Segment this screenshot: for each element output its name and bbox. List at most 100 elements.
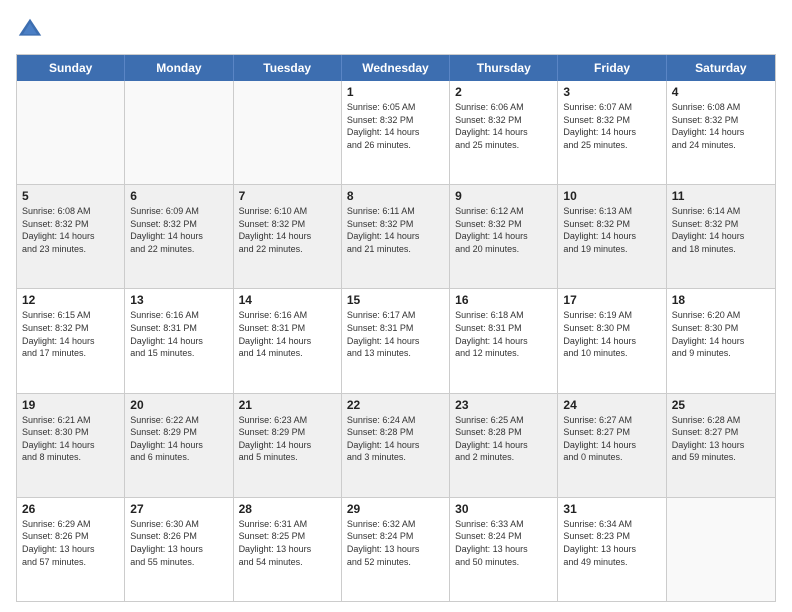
- day-info: Sunrise: 6:06 AM Sunset: 8:32 PM Dayligh…: [455, 101, 552, 151]
- day-number: 9: [455, 189, 552, 203]
- day-number: 2: [455, 85, 552, 99]
- day-info: Sunrise: 6:24 AM Sunset: 8:28 PM Dayligh…: [347, 414, 444, 464]
- day-number: 16: [455, 293, 552, 307]
- day-cell-31: 31Sunrise: 6:34 AM Sunset: 8:23 PM Dayli…: [558, 498, 666, 601]
- day-info: Sunrise: 6:17 AM Sunset: 8:31 PM Dayligh…: [347, 309, 444, 359]
- empty-cell: [667, 498, 775, 601]
- header-day-friday: Friday: [558, 55, 666, 81]
- day-number: 19: [22, 398, 119, 412]
- day-cell-2: 2 Sunrise: 6:06 AM Sunset: 8:32 PM Daylig…: [450, 81, 558, 184]
- day-cell-23: 23Sunrise: 6:25 AM Sunset: 8:28 PM Dayli…: [450, 394, 558, 497]
- day-number: 29: [347, 502, 444, 516]
- day-info: Sunrise: 6:29 AM Sunset: 8:26 PM Dayligh…: [22, 518, 119, 568]
- day-cell-3: 3 Sunrise: 6:07 AM Sunset: 8:32 PM Daylig…: [558, 81, 666, 184]
- day-number: 17: [563, 293, 660, 307]
- day-cell-8: 8 Sunrise: 6:11 AM Sunset: 8:32 PM Daylig…: [342, 185, 450, 288]
- day-number: 1: [347, 85, 444, 99]
- day-cell-7: 7 Sunrise: 6:10 AM Sunset: 8:32 PM Daylig…: [234, 185, 342, 288]
- day-info: Sunrise: 6:16 AM Sunset: 8:31 PM Dayligh…: [239, 309, 336, 359]
- day-info: Sunrise: 6:16 AM Sunset: 8:31 PM Dayligh…: [130, 309, 227, 359]
- day-info: Sunrise: 6:28 AM Sunset: 8:27 PM Dayligh…: [672, 414, 770, 464]
- day-cell-5: 5 Sunrise: 6:08 AM Sunset: 8:32 PM Daylig…: [17, 185, 125, 288]
- day-info: Sunrise: 6:30 AM Sunset: 8:26 PM Dayligh…: [130, 518, 227, 568]
- calendar-row-3: 12 Sunrise: 6:15 AM Sunset: 8:32 PM Dayli…: [17, 289, 775, 393]
- day-cell-21: 21 Sunrise: 6:23 AM Sunset: 8:29 PM Dayli…: [234, 394, 342, 497]
- header-day-saturday: Saturday: [667, 55, 775, 81]
- day-info: Sunrise: 6:05 AM Sunset: 8:32 PM Dayligh…: [347, 101, 444, 151]
- day-cell-12: 12 Sunrise: 6:15 AM Sunset: 8:32 PM Dayli…: [17, 289, 125, 392]
- day-number: 26: [22, 502, 119, 516]
- calendar-header: SundayMondayTuesdayWednesdayThursdayFrid…: [17, 55, 775, 81]
- day-cell-17: 17 Sunrise: 6:19 AM Sunset: 8:30 PM Dayli…: [558, 289, 666, 392]
- calendar-body: 1 Sunrise: 6:05 AM Sunset: 8:32 PM Daylig…: [17, 81, 775, 601]
- empty-cell: [17, 81, 125, 184]
- day-info: Sunrise: 6:10 AM Sunset: 8:32 PM Dayligh…: [239, 205, 336, 255]
- day-cell-20: 20Sunrise: 6:22 AM Sunset: 8:29 PM Dayli…: [125, 394, 233, 497]
- day-number: 13: [130, 293, 227, 307]
- day-cell-27: 27 Sunrise: 6:30 AM Sunset: 8:26 PM Dayli…: [125, 498, 233, 601]
- day-number: 24: [563, 398, 660, 412]
- calendar-row-5: 26 Sunrise: 6:29 AM Sunset: 8:26 PM Dayli…: [17, 498, 775, 601]
- day-cell-19: 19 Sunrise: 6:21 AM Sunset: 8:30 PM Dayli…: [17, 394, 125, 497]
- day-info: Sunrise: 6:32 AM Sunset: 8:24 PM Dayligh…: [347, 518, 444, 568]
- day-number: 31: [563, 502, 660, 516]
- day-info: Sunrise: 6:18 AM Sunset: 8:31 PM Dayligh…: [455, 309, 552, 359]
- day-number: 28: [239, 502, 336, 516]
- day-cell-18: 18Sunrise: 6:20 AM Sunset: 8:30 PM Dayli…: [667, 289, 775, 392]
- day-cell-10: 10Sunrise: 6:13 AM Sunset: 8:32 PM Dayli…: [558, 185, 666, 288]
- day-info: Sunrise: 6:15 AM Sunset: 8:32 PM Dayligh…: [22, 309, 119, 359]
- logo-icon: [16, 16, 44, 44]
- day-cell-25: 25 Sunrise: 6:28 AM Sunset: 8:27 PM Dayli…: [667, 394, 775, 497]
- day-cell-9: 9 Sunrise: 6:12 AM Sunset: 8:32 PM Daylig…: [450, 185, 558, 288]
- day-info: Sunrise: 6:12 AM Sunset: 8:32 PM Dayligh…: [455, 205, 552, 255]
- day-info: Sunrise: 6:07 AM Sunset: 8:32 PM Dayligh…: [563, 101, 660, 151]
- day-info: Sunrise: 6:19 AM Sunset: 8:30 PM Dayligh…: [563, 309, 660, 359]
- day-cell-15: 15 Sunrise: 6:17 AM Sunset: 8:31 PM Dayli…: [342, 289, 450, 392]
- calendar-row-4: 19 Sunrise: 6:21 AM Sunset: 8:30 PM Dayli…: [17, 394, 775, 498]
- day-info: Sunrise: 6:08 AM Sunset: 8:32 PM Dayligh…: [672, 101, 770, 151]
- day-info: Sunrise: 6:23 AM Sunset: 8:29 PM Dayligh…: [239, 414, 336, 464]
- day-cell-30: 30 Sunrise: 6:33 AM Sunset: 8:24 PM Dayli…: [450, 498, 558, 601]
- day-number: 25: [672, 398, 770, 412]
- day-cell-24: 24 Sunrise: 6:27 AM Sunset: 8:27 PM Dayli…: [558, 394, 666, 497]
- empty-cell: [125, 81, 233, 184]
- day-number: 12: [22, 293, 119, 307]
- day-number: 11: [672, 189, 770, 203]
- day-cell-22: 22 Sunrise: 6:24 AM Sunset: 8:28 PM Dayli…: [342, 394, 450, 497]
- day-info: Sunrise: 6:27 AM Sunset: 8:27 PM Dayligh…: [563, 414, 660, 464]
- day-number: 14: [239, 293, 336, 307]
- day-number: 22: [347, 398, 444, 412]
- day-number: 21: [239, 398, 336, 412]
- header-day-sunday: Sunday: [17, 55, 125, 81]
- day-info: Sunrise: 6:33 AM Sunset: 8:24 PM Dayligh…: [455, 518, 552, 568]
- day-number: 30: [455, 502, 552, 516]
- day-cell-13: 13 Sunrise: 6:16 AM Sunset: 8:31 PM Dayli…: [125, 289, 233, 392]
- day-info: Sunrise: 6:31 AM Sunset: 8:25 PM Dayligh…: [239, 518, 336, 568]
- day-cell-29: 29 Sunrise: 6:32 AM Sunset: 8:24 PM Dayli…: [342, 498, 450, 601]
- day-number: 18: [672, 293, 770, 307]
- header-day-tuesday: Tuesday: [234, 55, 342, 81]
- calendar: SundayMondayTuesdayWednesdayThursdayFrid…: [16, 54, 776, 602]
- day-number: 6: [130, 189, 227, 203]
- calendar-row-1: 1 Sunrise: 6:05 AM Sunset: 8:32 PM Daylig…: [17, 81, 775, 185]
- day-cell-26: 26 Sunrise: 6:29 AM Sunset: 8:26 PM Dayli…: [17, 498, 125, 601]
- day-number: 7: [239, 189, 336, 203]
- day-cell-16: 16 Sunrise: 6:18 AM Sunset: 8:31 PM Dayli…: [450, 289, 558, 392]
- day-info: Sunrise: 6:13 AM Sunset: 8:32 PM Dayligh…: [563, 205, 660, 255]
- day-number: 3: [563, 85, 660, 99]
- day-info: Sunrise: 6:08 AM Sunset: 8:32 PM Dayligh…: [22, 205, 119, 255]
- logo: [16, 16, 48, 44]
- page: SundayMondayTuesdayWednesdayThursdayFrid…: [0, 0, 792, 612]
- day-cell-1: 1 Sunrise: 6:05 AM Sunset: 8:32 PM Daylig…: [342, 81, 450, 184]
- day-number: 15: [347, 293, 444, 307]
- header-day-monday: Monday: [125, 55, 233, 81]
- day-info: Sunrise: 6:21 AM Sunset: 8:30 PM Dayligh…: [22, 414, 119, 464]
- day-number: 20: [130, 398, 227, 412]
- day-cell-11: 11Sunrise: 6:14 AM Sunset: 8:32 PM Dayli…: [667, 185, 775, 288]
- day-number: 8: [347, 189, 444, 203]
- empty-cell: [234, 81, 342, 184]
- day-info: Sunrise: 6:25 AM Sunset: 8:28 PM Dayligh…: [455, 414, 552, 464]
- day-number: 5: [22, 189, 119, 203]
- day-info: Sunrise: 6:11 AM Sunset: 8:32 PM Dayligh…: [347, 205, 444, 255]
- day-number: 27: [130, 502, 227, 516]
